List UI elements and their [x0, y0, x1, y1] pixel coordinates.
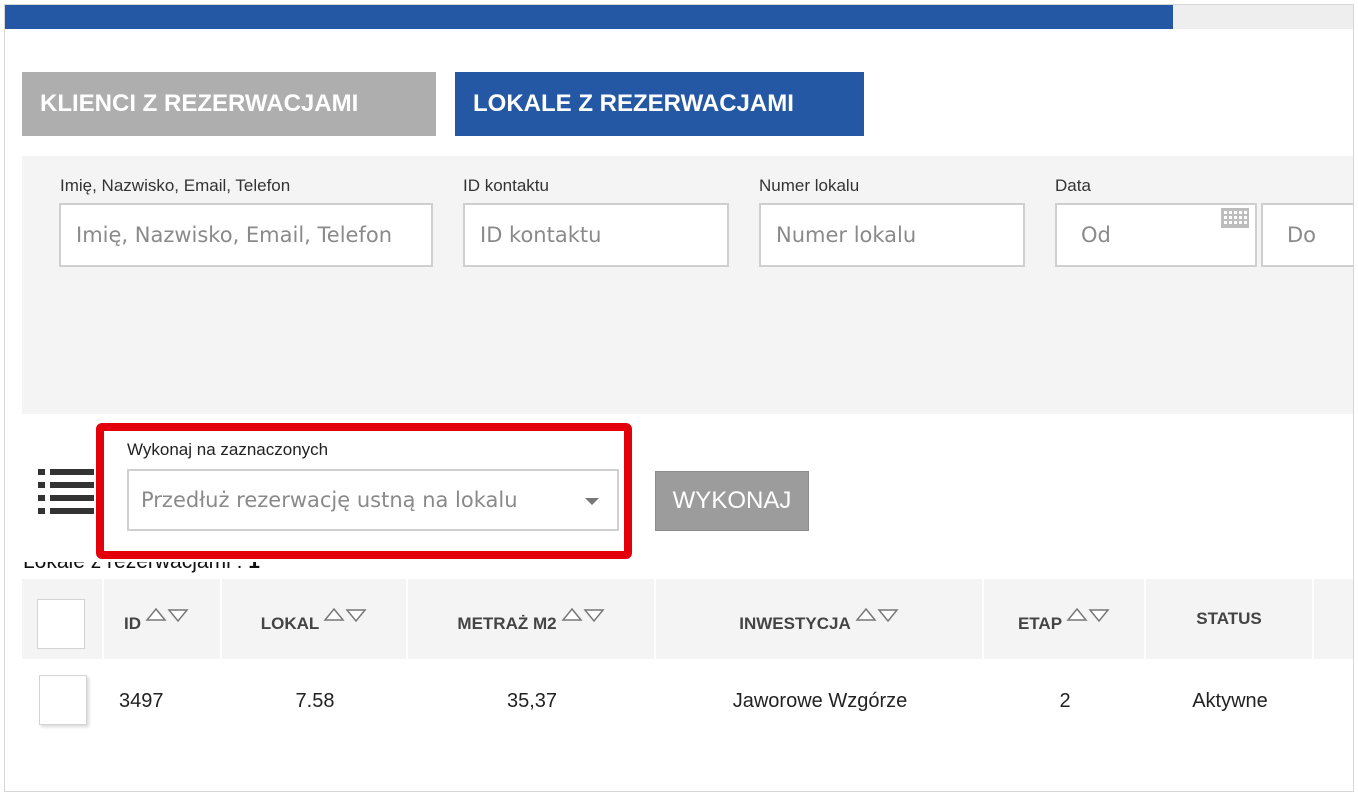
cell-status: Aktywne: [1192, 689, 1268, 712]
contact-id-label: ID kontaktu: [463, 176, 549, 195]
tab-units-with-reservations[interactable]: LOKALE Z REZERWACJAMI: [455, 72, 864, 136]
filter-panel: Imię, Nazwisko, Email, Telefon ID kontak…: [22, 156, 1353, 414]
sort-controls: [1066, 607, 1110, 623]
sort-descending-icon[interactable]: [1088, 607, 1110, 623]
unit-number-label: Numer lokalu: [759, 176, 860, 195]
name-filter-label: Imię, Nazwisko, Email, Telefon: [60, 176, 291, 195]
list-view-icon[interactable]: [38, 467, 94, 515]
progress-bar-fill: [5, 5, 1173, 29]
column-header-investment[interactable]: INWESTYCJA: [656, 579, 984, 659]
bulk-action-select[interactable]: Przedłuż rezerwację ustną na lokalu: [127, 469, 619, 531]
column-header-stage[interactable]: ETAP: [984, 579, 1146, 659]
name-filter-input[interactable]: [59, 203, 433, 267]
column-header-investment-label: INWESTYCJA: [739, 614, 851, 633]
sort-descending-icon[interactable]: [345, 607, 367, 623]
date-from-wrapper: [1055, 203, 1257, 267]
contact-id-input[interactable]: [463, 203, 729, 267]
sort-controls: [145, 607, 189, 623]
sort-controls: [323, 607, 367, 623]
column-header-unit[interactable]: LOKAL: [222, 579, 408, 659]
sort-ascending-icon[interactable]: [855, 607, 877, 623]
sort-ascending-icon[interactable]: [1066, 607, 1088, 623]
bulk-action-selected-value: Przedłuż rezerwację ustną na lokalu: [141, 488, 518, 512]
cell-unit: 7.58: [295, 689, 335, 712]
sort-descending-icon[interactable]: [167, 607, 189, 623]
sort-controls: [560, 607, 605, 623]
chevron-down-icon: [585, 498, 599, 505]
sort-ascending-icon[interactable]: [560, 607, 583, 623]
select-all-cell: [22, 579, 104, 659]
table-row[interactable]: 3497 7.58 35,37 Jaworowe Wzgórze 2 Aktyw…: [22, 659, 1353, 743]
column-header-status-label: STATUS: [1196, 609, 1262, 628]
sort-ascending-icon[interactable]: [323, 607, 345, 623]
unit-number-input[interactable]: [759, 203, 1025, 267]
column-header-area-label: METRAŻ M2: [457, 614, 557, 633]
cell-area: 35,37: [506, 689, 558, 712]
cell-stage: 2: [1059, 689, 1071, 712]
table-header: ID LOKAL METRAŻ M2 INWESTYCJA ETAP STATU…: [22, 579, 1353, 659]
column-header-unit-label: LOKAL: [260, 614, 320, 633]
column-header-status: STATUS: [1146, 579, 1314, 659]
column-header-area[interactable]: METRAŻ M2: [408, 579, 656, 659]
cell-investment: Jaworowe Wzgórze: [732, 689, 908, 712]
date-to-input[interactable]: [1261, 203, 1353, 267]
sort-ascending-icon[interactable]: [145, 607, 167, 623]
row-checkbox[interactable]: [39, 675, 87, 725]
sort-descending-icon[interactable]: [877, 607, 899, 623]
run-bulk-action-button[interactable]: WYKONAJ: [655, 471, 809, 531]
bulk-action-label: Wykonaj na zaznaczonych: [127, 440, 329, 460]
column-header-id[interactable]: ID: [104, 579, 222, 659]
sort-controls: [855, 607, 899, 623]
column-header-stage-label: ETAP: [1017, 614, 1063, 633]
select-all-checkbox[interactable]: [37, 599, 85, 649]
calendar-icon[interactable]: [1221, 208, 1249, 228]
sort-descending-icon[interactable]: [582, 607, 605, 623]
progress-bar: [5, 5, 1353, 29]
date-label: Data: [1055, 176, 1091, 195]
cell-id: 3497: [119, 689, 164, 712]
app-frame: KLIENCI Z REZERWACJAMI LOKALE Z REZERWAC…: [4, 4, 1354, 792]
column-header-id-label: ID: [124, 614, 141, 633]
tab-clients-with-reservations[interactable]: KLIENCI Z REZERWACJAMI: [22, 72, 436, 136]
